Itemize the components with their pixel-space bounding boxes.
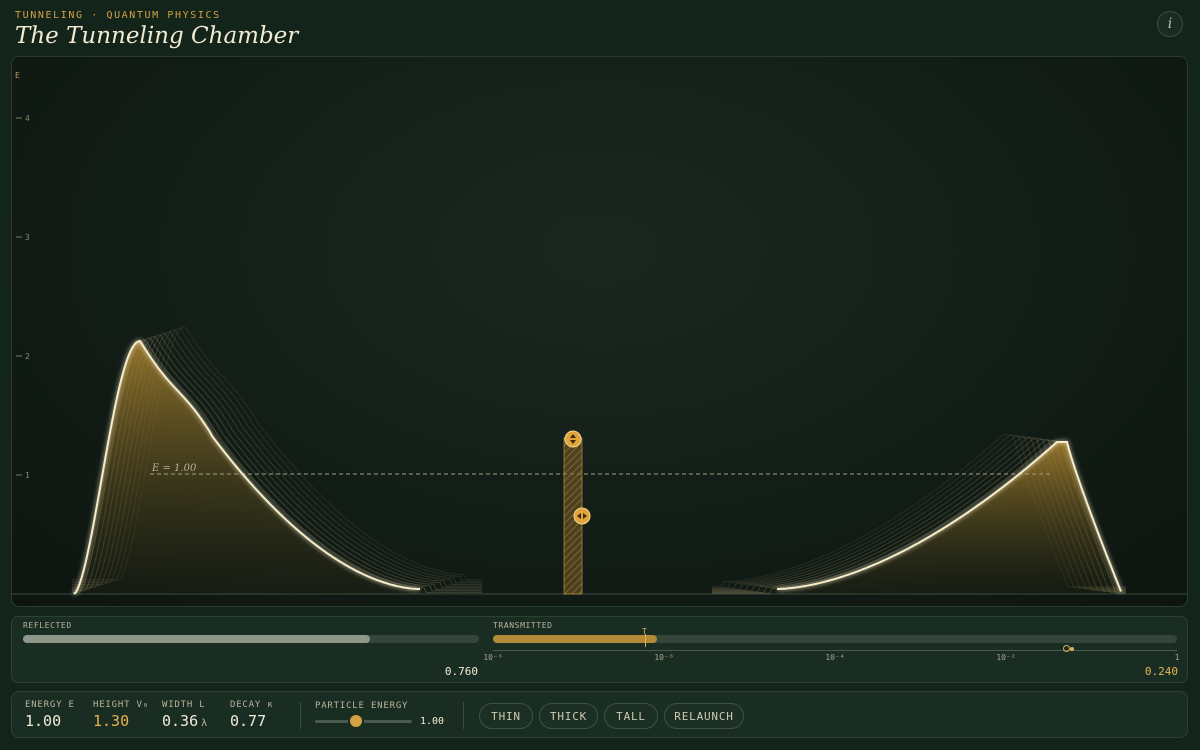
readout-value: 0.36 λ — [162, 712, 207, 730]
divider — [300, 702, 301, 729]
slider-thumb[interactable] — [349, 715, 362, 727]
y-tick-1: 1 — [25, 471, 30, 480]
readout-value: 0.77 — [230, 712, 267, 730]
chamber-plot: E 4 3 2 1 E = 1.00 — [12, 71, 1187, 595]
transmission-marker — [645, 634, 646, 647]
thin-button[interactable]: THIN — [479, 703, 533, 729]
particle-energy-slider[interactable] — [315, 715, 412, 727]
y-tick-4: 4 — [25, 114, 30, 123]
log-tick: 10⁻⁶ — [654, 653, 674, 662]
log-marker-ring — [1063, 645, 1070, 652]
readout-label: HEIGHT V₀ — [93, 700, 149, 710]
relaunch-button[interactable]: RELAUNCH — [664, 703, 744, 729]
readout-number: 0.36 — [162, 712, 199, 730]
divider — [463, 702, 464, 729]
log-tick: 1 — [1174, 653, 1180, 662]
reflected-value: 0.760 — [444, 665, 478, 678]
readout-unit: λ — [201, 718, 208, 729]
readout-label: ENERGY E — [25, 700, 75, 710]
eyebrow-label: TUNNELING · QUANTUM PHYSICS — [15, 10, 221, 21]
readout-energy: ENERGY E 1.00 — [25, 700, 75, 730]
height-handle[interactable] — [564, 430, 582, 448]
reflected-label: REFLECTED — [23, 621, 72, 630]
slider-value: 1.00 — [420, 716, 445, 727]
axis-label-energy: E — [15, 71, 20, 80]
y-tick-2: 2 — [25, 352, 30, 361]
y-tick-3: 3 — [25, 233, 30, 242]
width-handle[interactable] — [573, 507, 591, 525]
log-marker-dot — [1070, 647, 1074, 651]
readout-label: DECAY κ — [230, 700, 274, 710]
tall-button[interactable]: TALL — [604, 703, 658, 729]
log-tick: 10⁻⁸ — [483, 653, 503, 662]
readout-decay: DECAY κ 0.77 — [230, 700, 274, 730]
transmitted-value: 0.240 — [1144, 665, 1178, 678]
y-axis: 4 3 2 1 — [16, 114, 30, 480]
readout-value: 1.30 — [93, 712, 130, 730]
info-icon: i — [1167, 16, 1173, 32]
readout-label: WIDTH L — [162, 700, 206, 710]
reflected-wave-fill — [74, 341, 420, 594]
slider-label: PARTICLE ENERGY — [315, 701, 409, 711]
log-tick: 10⁻⁴ — [825, 653, 845, 662]
transmitted-track — [493, 635, 1177, 643]
tunneling-chamber: E 4 3 2 1 E = 1.00 — [11, 56, 1188, 607]
readout-value: 1.00 — [25, 712, 62, 730]
log-scale-axis — [493, 650, 1177, 651]
thick-button[interactable]: THICK — [539, 703, 598, 729]
control-bar: ENERGY E 1.00 HEIGHT V₀ 1.30 WIDTH L 0.3… — [11, 691, 1188, 738]
info-button[interactable]: i — [1157, 11, 1183, 37]
transmitted-bar — [493, 635, 657, 643]
reflected-track — [23, 635, 479, 643]
readout-height: HEIGHT V₀ 1.30 — [93, 700, 149, 730]
transmitted-wave-fill — [777, 442, 1122, 594]
reflected-bar — [23, 635, 370, 643]
energy-level-label: E = 1.00 — [151, 463, 197, 474]
readout-width: WIDTH L 0.36 λ — [162, 700, 207, 730]
probability-meter: REFLECTED 0.760 TRANSMITTED T 10⁻⁸ 10⁻⁶ … — [11, 616, 1188, 683]
page-title: The Tunneling Chamber — [15, 23, 299, 49]
header: TUNNELING · QUANTUM PHYSICS The Tunnelin… — [15, 10, 298, 49]
transmitted-label: TRANSMITTED — [493, 621, 553, 630]
log-tick: 10⁻² — [996, 653, 1016, 662]
